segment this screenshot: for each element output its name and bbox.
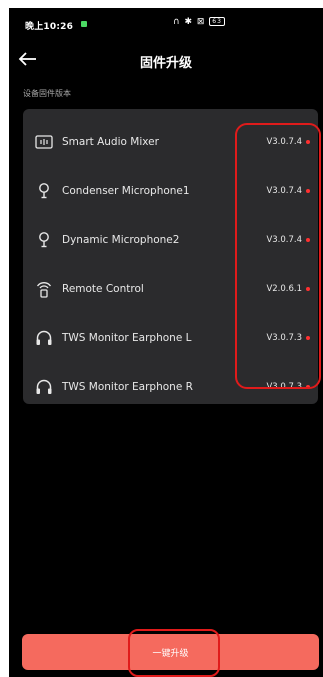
status-time: 晚上10:26: [25, 22, 74, 32]
status-bar: 晚上10:26 ∩ ✱ ⊠ 63: [9, 8, 323, 38]
device-version: V3.0.7.4: [266, 234, 302, 245]
device-row-tws-monitor-earphone-r[interactable]: TWS Monitor Earphone R V3.0.7.3: [23, 362, 318, 411]
status-icons: ∩ ✱ ⊠ 63: [173, 17, 225, 27]
page-title: 固件升级: [139, 56, 192, 71]
device-row-condenser-microphone1[interactable]: Condenser Microphone1 V3.0.7.4: [23, 166, 318, 215]
device-row-remote-control[interactable]: Remote Control V2.0.6.1: [23, 264, 318, 313]
device-name: TWS Monitor Earphone R: [62, 380, 193, 393]
update-available-dot: [306, 237, 310, 242]
device-version: V3.0.7.4: [266, 136, 302, 147]
remote-control-icon: [34, 279, 54, 299]
microphone-icon: [34, 230, 54, 250]
device-row-dynamic-microphone2[interactable]: Dynamic Microphone2 V3.0.7.4: [23, 215, 318, 264]
update-available-dot: [306, 188, 310, 193]
device-name: Smart Audio Mixer: [62, 135, 159, 148]
device-version: V2.0.6.1: [266, 283, 302, 294]
battery-icon: 63: [209, 17, 225, 26]
app-notification-icon: [81, 21, 87, 27]
mixer-icon: [34, 132, 54, 152]
update-available-dot: [306, 139, 310, 144]
device-name: Condenser Microphone1: [62, 184, 190, 197]
device-row-smart-audio-mixer[interactable]: Smart Audio Mixer V3.0.7.4: [23, 117, 318, 166]
update-available-dot: [306, 384, 310, 389]
device-name: Remote Control: [62, 282, 144, 295]
device-name: TWS Monitor Earphone L: [62, 331, 192, 344]
device-row-tws-monitor-earphone-l[interactable]: TWS Monitor Earphone L V3.0.7.3: [23, 313, 318, 362]
microphone-icon: [34, 181, 54, 201]
system-status-icons: ∩ ✱ ⊠: [173, 17, 210, 27]
device-version: V3.0.7.3: [266, 381, 302, 392]
headphones-icon: [34, 377, 54, 397]
device-name: Dynamic Microphone2: [62, 233, 180, 246]
headphones-icon: [34, 328, 54, 348]
update-available-dot: [306, 286, 310, 291]
phone-screen: 晚上10:26 ∩ ✱ ⊠ 63 固件升级 设备固件版本 Smart Audio…: [9, 8, 323, 677]
header: 固件升级: [9, 44, 323, 80]
device-version: V3.0.7.4: [266, 185, 302, 196]
one-click-upgrade-button[interactable]: 一键升级: [22, 634, 319, 670]
firmware-list-card: Smart Audio Mixer V3.0.7.4 Condenser Mic…: [23, 109, 318, 404]
section-label: 设备固件版本: [23, 89, 71, 98]
device-version: V3.0.7.3: [266, 332, 302, 343]
update-available-dot: [306, 335, 310, 340]
